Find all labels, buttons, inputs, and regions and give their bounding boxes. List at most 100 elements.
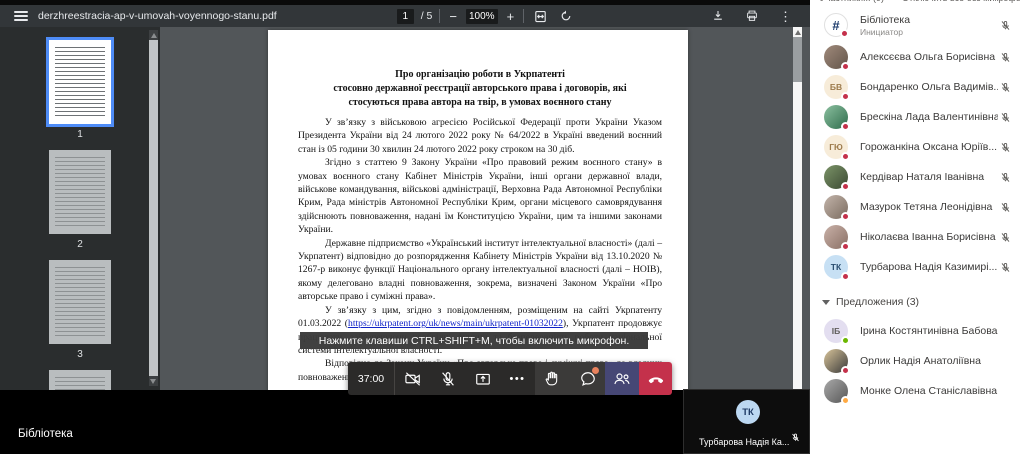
participant-texts: Алексєєва Ольга Борисівна (860, 51, 998, 63)
participant-name: Бондаренко Ольга Вадимів... (860, 81, 998, 93)
document-scrollbar[interactable] (793, 27, 802, 390)
participant-name: Бібліотека (860, 13, 911, 26)
mic-off-button[interactable] (430, 362, 465, 395)
more-options-icon[interactable]: ⋮ (777, 10, 794, 23)
participant-avatar: ТК (824, 255, 850, 281)
mic-muted-icon (998, 231, 1012, 244)
zoom-in-button[interactable]: + (505, 10, 517, 23)
raise-hand-button[interactable] (535, 362, 570, 395)
participant-name: Горожанкіна Оксана Юріїв... (860, 141, 998, 153)
page-thumbnail-block: 2 (0, 150, 160, 260)
participant-row[interactable]: Ніколаєва Іванна Борисівна (810, 222, 1024, 252)
screen-share-region: derzhreestracia-ap-v-umovah-voyennogo-st… (0, 0, 810, 454)
meeting-control-bar: 37:00 ••• (348, 362, 672, 395)
status-busy-dot (841, 152, 850, 161)
participant-texts: Ніколаєва Іванна Борисівна (860, 231, 998, 243)
participant-avatar: # (824, 13, 849, 38)
participant-row[interactable]: Кердівар Наталя Іванівна (810, 162, 1024, 192)
participants-panel: Участники... (9) Отключить все без микро… (810, 0, 1024, 454)
sidebar-scrollbar[interactable] (149, 30, 158, 386)
thumbnail-sidebar: 1 2 3 (0, 27, 160, 390)
document-title-line: стосуються права автора на твір, в умова… (348, 97, 612, 108)
self-video-tile[interactable]: ТК Турбарова Надія Ка... (683, 389, 810, 454)
status-busy-dot (841, 272, 850, 281)
participant-row[interactable]: ІБ Ірина Костянтинівна Бабова (810, 316, 1024, 346)
more-actions-button[interactable]: ••• (500, 362, 535, 395)
mic-muted-icon (998, 51, 1012, 64)
mic-shortcut-tooltip: Нажмите клавиши CTRL+SHIFT+M, чтобы вклю… (300, 332, 648, 349)
mute-all-button[interactable]: Отключить все без микрофона (902, 0, 1020, 3)
mic-muted-icon (998, 261, 1012, 274)
document-hyperlink[interactable]: https://ukrpatent.org/uk/news/main/ukrpa… (348, 318, 563, 329)
chat-button[interactable] (570, 362, 605, 395)
document-paragraph: Згідно з статтею 9 Закону України «Про п… (298, 156, 662, 236)
participant-role: Инициатор (860, 26, 903, 37)
participant-row[interactable]: Монке Олена Станіславівна (810, 376, 1024, 406)
thumbnail-page-number: 2 (77, 239, 83, 250)
participant-row[interactable]: Орлик Надія Анатоліївна (810, 346, 1024, 376)
participant-texts: Орлик Надія Анатоліївна (860, 355, 1012, 367)
print-icon[interactable] (743, 9, 761, 23)
participants-button-active[interactable] (605, 362, 639, 395)
page-total-label: / 5 (420, 10, 433, 22)
status-busy-dot (841, 62, 850, 71)
participant-name: Турбарова Надія Казимирі... (860, 261, 998, 273)
document-title-line: стосовно державної реєстрації авторськог… (333, 83, 627, 94)
status-busy-dot (841, 242, 850, 251)
status-busy-dot (841, 366, 850, 375)
zoom-out-button[interactable]: − (447, 10, 459, 23)
participant-row[interactable]: ГЮ Горожанкіна Оксана Юріїв... (810, 132, 1024, 162)
suggestions-header-label: Предложения (3) (836, 296, 920, 308)
participants-section-header: Участники... (9) (820, 0, 884, 3)
participant-avatar (824, 379, 850, 405)
menu-icon[interactable] (14, 11, 28, 21)
share-screen-button[interactable] (465, 362, 500, 395)
participant-texts: Ірина Костянтинівна Бабова (860, 325, 1012, 337)
participant-row[interactable]: БВ Бондаренко Ольга Вадимів... (810, 72, 1024, 102)
participant-texts: Монке Олена Станіславівна (860, 385, 1012, 397)
document-text: Згідно з статтею 9 Закону України «Про п… (298, 157, 662, 236)
participant-avatar (824, 165, 850, 191)
fit-page-icon[interactable] (531, 9, 550, 24)
document-paragraph: У зв’язку з цим, згідно з повідомленням,… (298, 304, 662, 358)
suggestions-section-header[interactable]: Предложения (3) (810, 282, 1024, 316)
page-thumbnail-selected[interactable] (46, 37, 114, 127)
page-thumbnail[interactable] (49, 260, 111, 344)
document-paragraph: Державне підприємство «Український інсти… (298, 237, 662, 304)
participant-avatar: ІБ (824, 319, 850, 345)
chevron-down-icon (822, 299, 830, 305)
page-thumbnail[interactable] (49, 150, 111, 234)
page-thumbnail[interactable] (49, 370, 111, 390)
participant-name: Ніколаєва Іванна Борисівна (860, 231, 996, 243)
zoom-level-input[interactable]: 100% (466, 8, 498, 24)
mic-muted-icon (998, 171, 1012, 184)
participant-row[interactable]: # Бібліотека Инициатор (810, 8, 1024, 42)
participant-avatar (824, 195, 850, 221)
thumbnail-page-number: 1 (77, 129, 83, 140)
page-thumbnail-block: 3 (0, 260, 160, 370)
hang-up-button[interactable] (639, 362, 672, 395)
meeting-timer: 37:00 (357, 372, 385, 385)
panel-clipped-header: Участники... (9) Отключить все без микро… (820, 0, 1020, 3)
participant-texts: Мазурок Тетяна Леонідівна (860, 201, 998, 213)
mic-muted-icon (998, 19, 1012, 32)
chat-notification-badge (592, 367, 599, 374)
toolbar-divider (439, 9, 441, 23)
participant-texts: Горожанкіна Оксана Юріїв... (860, 141, 998, 153)
participant-avatar: БВ (824, 75, 850, 101)
participant-name: Монке Олена Станіславівна (860, 385, 998, 397)
rotate-icon[interactable] (557, 9, 575, 23)
document-text: Державне підприємство «Український інсти… (298, 237, 662, 303)
status-busy-dot (841, 212, 850, 221)
mic-muted-icon (998, 141, 1012, 154)
participant-row[interactable]: ТК Турбарова Надія Казимирі... (810, 252, 1024, 282)
participant-row[interactable]: Мазурок Тетяна Леонідівна (810, 192, 1024, 222)
camera-off-button[interactable] (395, 362, 430, 395)
participant-row[interactable]: Алексєєва Ольга Борисівна (810, 42, 1024, 72)
page-number-input[interactable]: 1 (396, 8, 414, 24)
toolbar-divider (523, 9, 525, 23)
mic-muted-icon (998, 201, 1012, 214)
participant-row[interactable]: Брескіна Лада Валентинівна (810, 102, 1024, 132)
download-icon[interactable] (709, 9, 727, 23)
document-paragraph: У зв’язку з військовою агресією Російськ… (298, 116, 662, 156)
